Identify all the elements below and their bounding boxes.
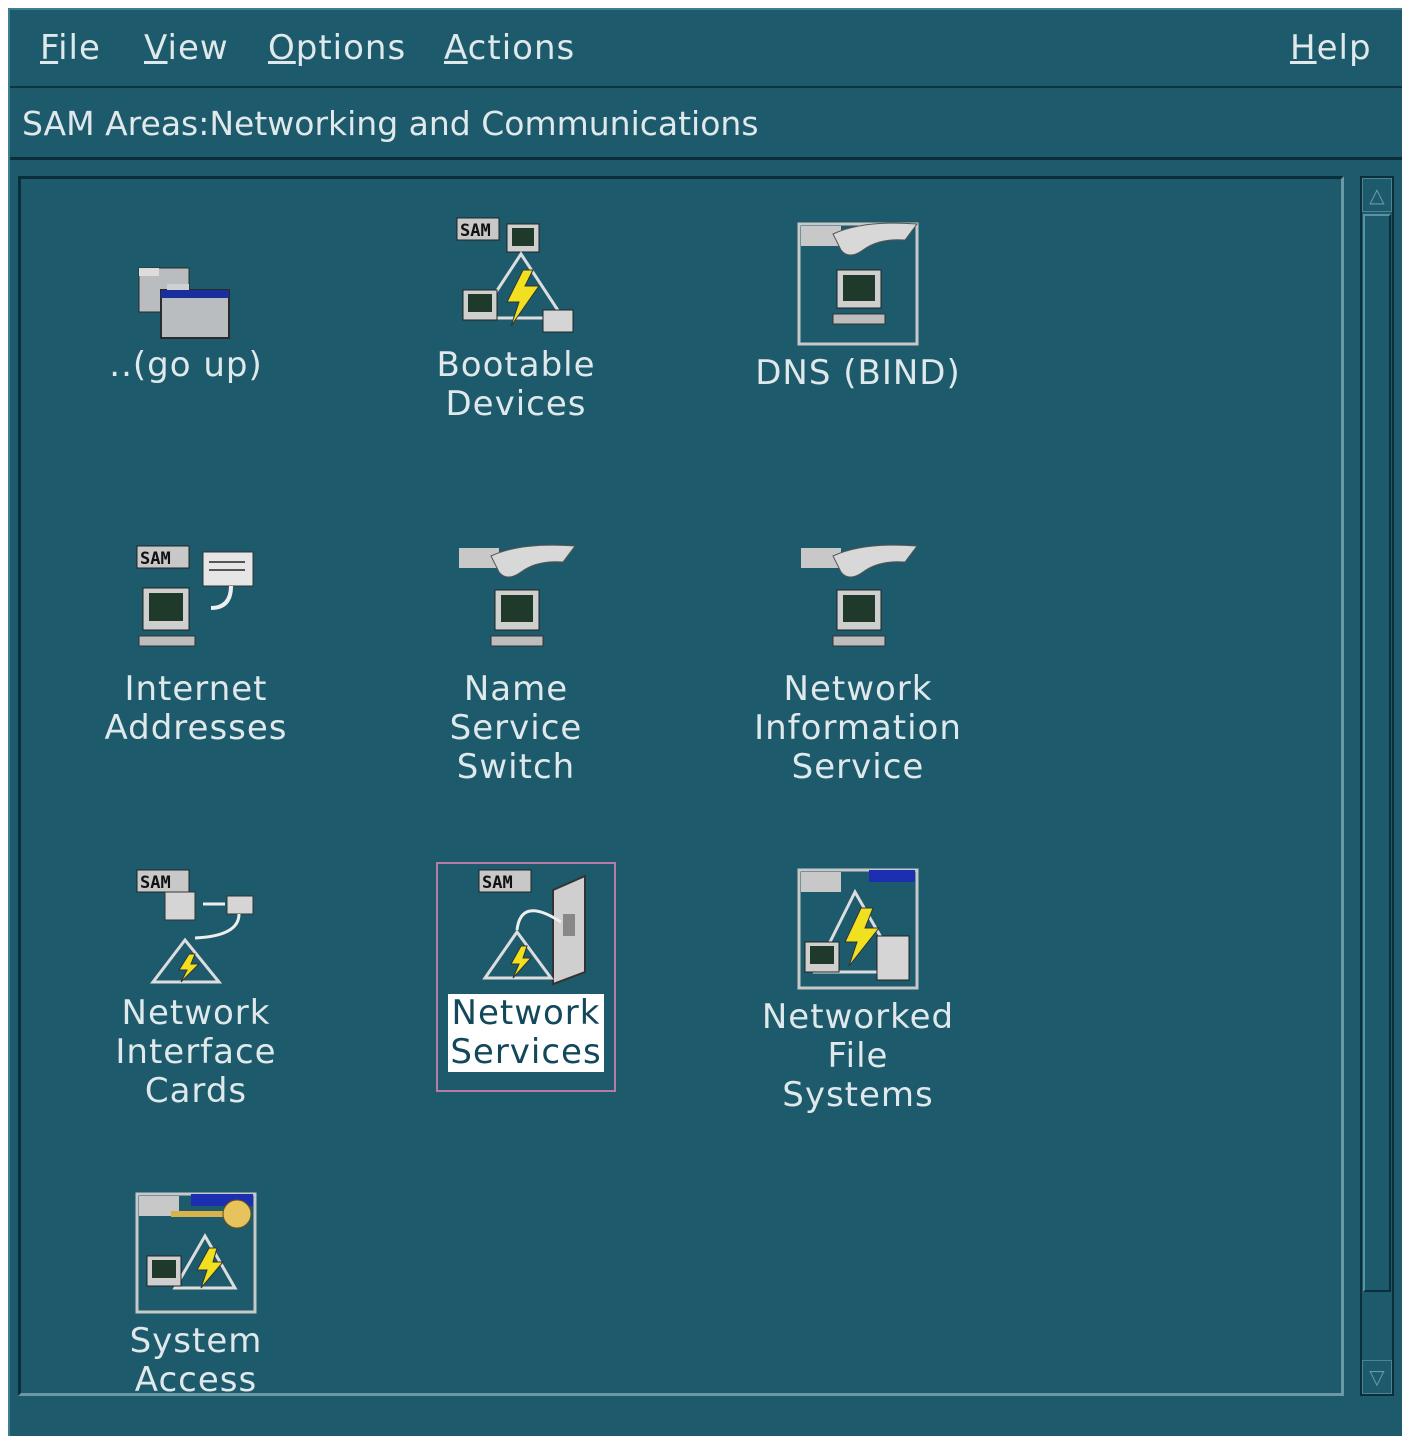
- item-network-interface-cards[interactable]: SAM Network Interface Cards: [86, 866, 306, 1111]
- sam-badge-text: SAM: [140, 873, 171, 893]
- item-bootable-devices[interactable]: SAM Bootable Devices: [406, 214, 626, 424]
- item-network-information-service[interactable]: Network Information Service: [748, 542, 968, 787]
- item-network-services-label: Network Services: [448, 993, 604, 1072]
- vertical-scrollbar[interactable]: △ ▽: [1360, 176, 1394, 1396]
- folder-up-icon: [138, 267, 230, 339]
- item-go-up-label: ..(go up): [109, 345, 263, 385]
- sam-window: File View Options Actions Help SAM Areas…: [8, 8, 1402, 1436]
- menu-options-label: Options: [268, 28, 407, 68]
- item-network-services[interactable]: SAM Network Services: [416, 866, 636, 1072]
- item-network-information-service-label: Network Information Service: [754, 669, 962, 787]
- network-services-icon: SAM: [478, 869, 586, 986]
- menu-actions[interactable]: Actions: [444, 28, 575, 68]
- menu-mnemonic: F: [40, 28, 59, 68]
- name-service-switch-icon: [459, 544, 576, 647]
- item-dns-bind-label: DNS (BIND): [755, 353, 961, 393]
- bootable-devices-icon: SAM: [456, 217, 574, 333]
- menu-mnemonic: O: [268, 28, 296, 68]
- scroll-up-arrow-icon[interactable]: △: [1362, 178, 1392, 212]
- item-dns-bind[interactable]: DNS (BIND): [748, 220, 968, 393]
- item-system-access[interactable]: System Access: [86, 1190, 306, 1400]
- menu-mnemonic: H: [1290, 28, 1317, 68]
- menu-actions-label: Actions: [444, 28, 576, 68]
- breadcrumb-text: SAM Areas:Networking and Communications: [22, 104, 759, 143]
- sam-badge-text: SAM: [460, 221, 491, 241]
- item-system-access-label: System Access: [129, 1321, 263, 1400]
- menu-file[interactable]: File: [40, 28, 101, 68]
- networked-file-systems-icon: [797, 868, 919, 990]
- menu-view[interactable]: View: [144, 28, 229, 68]
- item-bootable-devices-label: Bootable Devices: [436, 345, 596, 424]
- scroll-thumb[interactable]: [1363, 214, 1391, 1292]
- menu-help-label: Help: [1290, 28, 1372, 68]
- system-access-icon: [135, 1192, 257, 1314]
- item-name-service-switch-label: Name Service Switch: [449, 669, 583, 787]
- menu-help[interactable]: Help: [1290, 28, 1372, 68]
- menu-mnemonic: A: [444, 28, 468, 68]
- network-information-service-icon: [801, 544, 918, 647]
- menu-options[interactable]: Options: [268, 28, 406, 68]
- item-networked-file-systems-label: Networked File Systems: [761, 997, 955, 1115]
- item-network-interface-cards-label: Network Interface Cards: [115, 993, 277, 1111]
- menu-view-label: View: [144, 28, 229, 68]
- breadcrumb: SAM Areas:Networking and Communications: [10, 88, 1402, 160]
- menu-file-label: File: [40, 28, 101, 68]
- network-interface-cards-icon: SAM: [136, 869, 254, 984]
- sam-badge-text: SAM: [482, 873, 513, 893]
- internet-addresses-icon: SAM: [136, 545, 254, 647]
- item-internet-addresses[interactable]: SAM Internet Addresses: [86, 542, 306, 748]
- item-networked-file-systems[interactable]: Networked File Systems: [748, 866, 968, 1115]
- sam-badge-text: SAM: [140, 549, 171, 569]
- scroll-down-arrow-icon[interactable]: ▽: [1362, 1360, 1392, 1394]
- item-name-service-switch[interactable]: Name Service Switch: [406, 542, 626, 787]
- dns-bind-icon: [797, 222, 919, 346]
- item-internet-addresses-label: Internet Addresses: [104, 669, 288, 748]
- menu-mnemonic: V: [144, 28, 168, 68]
- menu-bar: File View Options Actions Help: [10, 10, 1402, 88]
- item-go-up[interactable]: ..(go up): [76, 250, 296, 385]
